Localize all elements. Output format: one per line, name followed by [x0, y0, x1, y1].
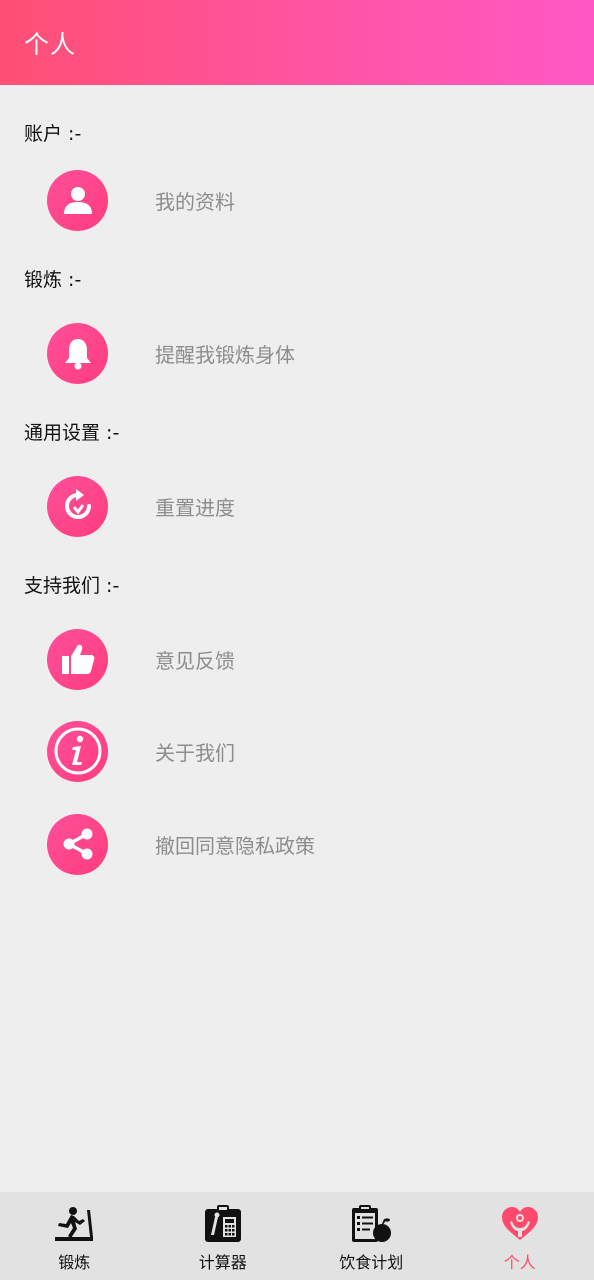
nav-label: 锻炼	[58, 1253, 91, 1272]
menu-item-my-profile[interactable]: 我的资料	[0, 162, 594, 238]
nav-item-calculator[interactable]: 计算器	[149, 1192, 298, 1280]
nav-label: 计算器	[198, 1253, 247, 1272]
menu-item-label: 提醒我锻炼身体	[155, 342, 295, 367]
bell-icon	[47, 322, 108, 384]
bottom-navigation: 锻炼 计算器 饮食计划 个人	[0, 1192, 594, 1280]
app-header: 个人	[0, 0, 594, 85]
page-title: 个人	[24, 29, 77, 59]
section-title-support-us: 支持我们 :-	[24, 575, 120, 597]
person-icon	[47, 169, 108, 231]
heart-person-icon	[498, 1204, 542, 1244]
section-title-general-settings: 通用设置 :-	[24, 422, 120, 444]
share-icon	[47, 813, 108, 875]
treadmill-icon	[52, 1204, 96, 1244]
calculator-icon	[201, 1204, 245, 1244]
reset-icon	[47, 475, 108, 537]
menu-item-about-us[interactable]: 关于我们	[0, 713, 594, 789]
menu-item-label: 重置进度	[155, 495, 235, 520]
menu-item-withdraw-privacy-consent[interactable]: 撤回同意隐私政策	[0, 806, 594, 882]
thumbs-up-icon	[47, 628, 108, 690]
nav-label: 饮食计划	[339, 1253, 404, 1272]
nav-item-exercise[interactable]: 锻炼	[0, 1192, 149, 1280]
menu-item-feedback[interactable]: 意见反馈	[0, 621, 594, 697]
menu-item-reset-progress[interactable]: 重置进度	[0, 468, 594, 544]
diet-plan-icon	[349, 1204, 393, 1244]
menu-item-label: 意见反馈	[155, 648, 235, 673]
section-title-account: 账户 :-	[24, 123, 82, 145]
menu-item-label: 关于我们	[155, 740, 235, 765]
nav-item-profile[interactable]: 个人	[446, 1192, 594, 1280]
info-icon	[47, 720, 108, 782]
nav-item-diet-plan[interactable]: 饮食计划	[297, 1192, 446, 1280]
menu-item-reminder[interactable]: 提醒我锻炼身体	[0, 315, 594, 391]
nav-label: 个人	[503, 1253, 536, 1272]
section-title-exercise: 锻炼 :-	[24, 269, 82, 291]
menu-item-label: 撤回同意隐私政策	[155, 833, 315, 858]
menu-item-label: 我的资料	[155, 189, 235, 214]
